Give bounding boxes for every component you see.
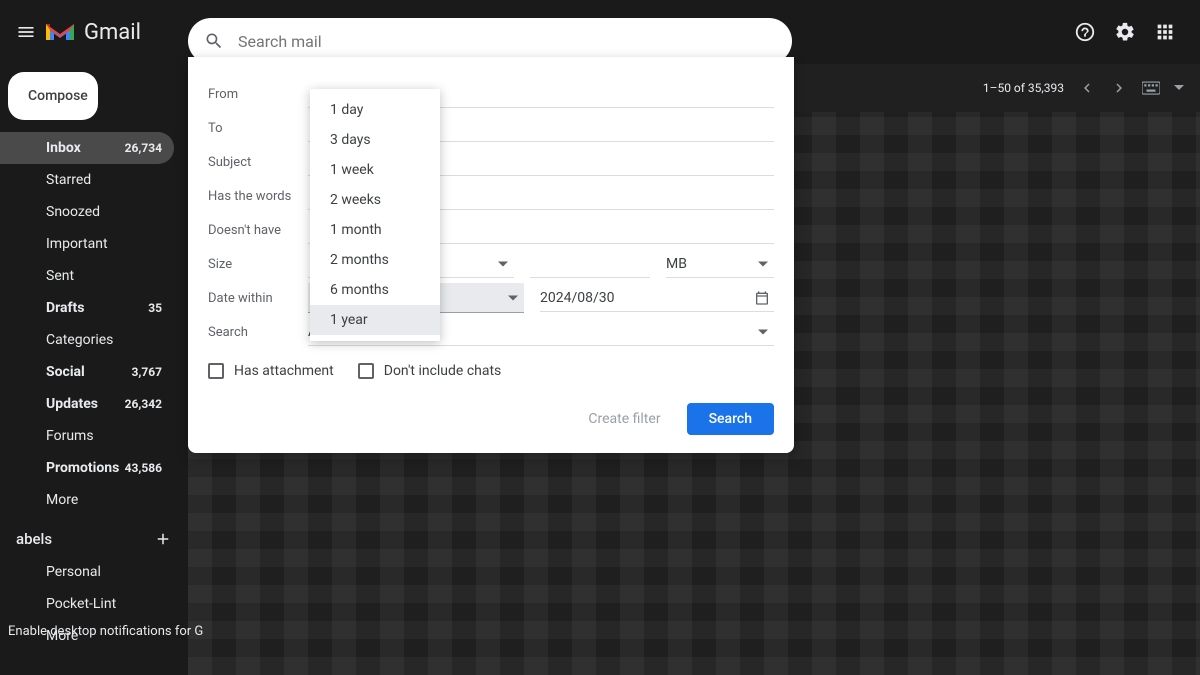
- nav-count: 26,342: [125, 397, 162, 411]
- has-words-label: Has the words: [208, 189, 308, 204]
- apps-icon[interactable]: [1154, 21, 1176, 43]
- from-label: From: [208, 87, 308, 102]
- sidebar-item-updates[interactable]: Updates26,342: [0, 388, 174, 420]
- nav-icon: [14, 139, 32, 157]
- sidebar-item-inbox[interactable]: Inbox26,734: [0, 132, 174, 164]
- sidebar-item-starred[interactable]: Starred: [0, 164, 174, 196]
- nav-count: 43,586: [125, 461, 162, 475]
- subject-label: Subject: [208, 155, 308, 170]
- date-range-dropdown: 1 day3 days1 week2 weeks1 month2 months6…: [310, 89, 440, 341]
- nav-icon: [14, 203, 32, 221]
- nav-icon: [14, 267, 32, 285]
- compose-button[interactable]: Compose: [8, 72, 98, 120]
- nav-icon: [14, 427, 32, 445]
- search-button[interactable]: Search: [687, 403, 774, 435]
- nav-icon: [14, 491, 32, 509]
- nav-count: 26,734: [125, 141, 162, 155]
- size-label: Size: [208, 257, 308, 272]
- chevron-down-icon: [758, 261, 768, 266]
- sidebar-item-categories[interactable]: Categories: [0, 324, 174, 356]
- sidebar-item-more[interactable]: More: [0, 484, 174, 516]
- sidebar-item-forums[interactable]: Forums: [0, 420, 174, 452]
- nav-icon: [14, 395, 32, 413]
- checkbox-icon: [358, 363, 374, 379]
- nav-count: 35: [148, 301, 162, 315]
- label-item-personal[interactable]: Personal: [0, 556, 174, 588]
- pagination-text: 1–50 of 35,393: [983, 81, 1064, 95]
- date-option[interactable]: 2 months: [310, 245, 440, 275]
- nav-label: Sent: [46, 268, 162, 284]
- nav-icon: [14, 171, 32, 189]
- nav-label: Inbox: [46, 140, 125, 156]
- sidebar-item-important[interactable]: Important: [0, 228, 174, 260]
- search-in-label: Search: [208, 325, 308, 340]
- nav-label: Forums: [46, 428, 162, 444]
- to-label: To: [208, 121, 308, 136]
- nav-icon: [14, 563, 32, 581]
- date-option[interactable]: 6 months: [310, 275, 440, 305]
- date-option[interactable]: 1 year: [310, 305, 440, 335]
- nav-count: 3,767: [132, 365, 163, 379]
- sidebar-item-promotions[interactable]: Promotions43,586: [0, 452, 174, 484]
- create-filter-button: Create filter: [574, 403, 674, 435]
- doesnt-have-label: Doesn't have: [208, 223, 308, 238]
- gear-icon[interactable]: [1114, 21, 1136, 43]
- app-name: Gmail: [84, 20, 141, 45]
- nav-label: Starred: [46, 172, 162, 188]
- no-chats-checkbox[interactable]: Don't include chats: [358, 363, 502, 379]
- chevron-down-icon: [498, 261, 508, 266]
- checkbox-icon: [208, 363, 224, 379]
- nav-label: Snoozed: [46, 204, 162, 220]
- chevron-down-icon: [758, 329, 768, 334]
- date-option[interactable]: 1 week: [310, 155, 440, 185]
- date-option[interactable]: 1 month: [310, 215, 440, 245]
- nav-icon: [14, 299, 32, 317]
- add-label-icon[interactable]: [154, 530, 172, 548]
- chevron-down-icon: [508, 295, 518, 300]
- nav-icon: [14, 331, 32, 349]
- date-within-label: Date within: [208, 291, 308, 306]
- notification-prompt[interactable]: Enable desktop notifications for G: [8, 624, 203, 639]
- sidebar-item-social[interactable]: Social3,767: [0, 356, 174, 388]
- date-option[interactable]: 1 day: [310, 95, 440, 125]
- next-page-icon[interactable]: [1110, 79, 1128, 97]
- nav-label: More: [46, 492, 162, 508]
- date-option[interactable]: 3 days: [310, 125, 440, 155]
- nav-label: Important: [46, 236, 162, 252]
- prev-page-icon[interactable]: [1078, 79, 1096, 97]
- sidebar-item-snoozed[interactable]: Snoozed: [0, 196, 174, 228]
- nav-icon: [14, 595, 32, 613]
- help-icon[interactable]: [1074, 21, 1096, 43]
- label-item-pocket-lint[interactable]: Pocket-Lint: [0, 588, 174, 620]
- search-input[interactable]: [238, 32, 776, 51]
- nav-label: Drafts: [46, 300, 148, 316]
- nav-icon: [14, 459, 32, 477]
- gmail-logo: Gmail: [44, 20, 141, 45]
- nav-label: Categories: [46, 332, 162, 348]
- sidebar-item-drafts[interactable]: Drafts35: [0, 292, 174, 324]
- sidebar-item-sent[interactable]: Sent: [0, 260, 174, 292]
- labels-header: abels: [0, 516, 188, 556]
- date-option[interactable]: 2 weeks: [310, 185, 440, 215]
- nav-label: Promotions: [46, 460, 125, 476]
- nav-label: Updates: [46, 396, 125, 412]
- menu-icon[interactable]: [16, 22, 36, 42]
- search-icon: [204, 31, 224, 51]
- size-value-field[interactable]: [530, 250, 650, 278]
- input-tools-icon[interactable]: [1142, 81, 1160, 95]
- date-field[interactable]: 2024/08/30: [540, 284, 774, 312]
- input-tools-caret-icon[interactable]: [1174, 83, 1184, 93]
- nav-icon: [14, 363, 32, 381]
- has-attachment-checkbox[interactable]: Has attachment: [208, 363, 334, 379]
- size-unit-select[interactable]: MB: [666, 250, 774, 278]
- advanced-search-panel: From To Subject Has the words Doesn't ha…: [188, 57, 794, 453]
- calendar-icon[interactable]: [754, 290, 770, 306]
- nav-icon: [14, 235, 32, 253]
- nav-label: Social: [46, 364, 132, 380]
